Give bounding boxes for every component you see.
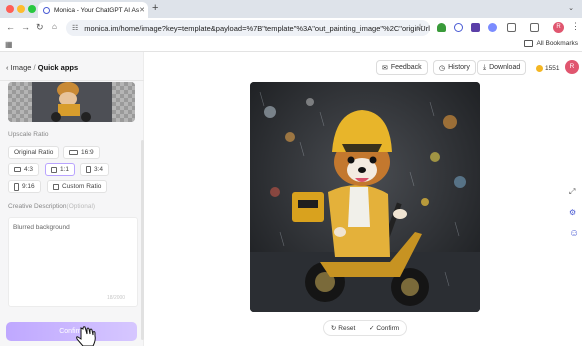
feedback-label: Feedback <box>390 64 422 71</box>
close-tab-icon[interactable]: ✕ <box>139 6 145 14</box>
credits-value: 1551 <box>545 64 560 72</box>
canvas-action-bar: ↻ Reset ✓ Confirm <box>323 320 407 336</box>
browser-menu-icon[interactable]: ⋮ <box>571 21 580 32</box>
check-icon: ✓ <box>368 325 375 332</box>
bookmark-star-icon[interactable]: ☆ <box>416 22 424 33</box>
confirm-button[interactable]: Confirm <box>6 322 137 341</box>
optional-tag: (Optional) <box>66 203 96 210</box>
creative-description-label: Creative Description(Optional) <box>8 203 95 210</box>
landscape-ratio-icon <box>69 150 78 155</box>
ratio-9-16-label: 9:16 <box>22 183 35 190</box>
side-panel-icon[interactable] <box>530 23 539 32</box>
browser-profile-avatar[interactable]: R <box>553 22 564 33</box>
all-bookmarks-label: All Bookmarks <box>536 40 578 47</box>
breadcrumb-current: Quick apps <box>37 63 79 72</box>
reset-button[interactable]: ↻ Reset <box>330 324 356 333</box>
home-icon[interactable]: ⌂ <box>52 22 57 32</box>
coin-icon <box>536 64 543 72</box>
close-window-button[interactable] <box>6 5 14 13</box>
tab-search-chevron-icon[interactable]: ⌄ <box>568 4 574 12</box>
reload-icon[interactable]: ↻ <box>36 22 44 32</box>
user-avatar[interactable]: R <box>565 60 579 74</box>
extension-monica-icon[interactable] <box>454 23 463 32</box>
apps-grid-icon[interactable]: ▦ <box>5 40 13 49</box>
source-image-thumbnail[interactable] <box>8 82 135 122</box>
extension-purple-icon[interactable] <box>471 23 480 32</box>
ratio-4-3-button[interactable]: 4:3 <box>8 163 40 176</box>
ratio-custom-label: Custom Ratio <box>62 183 102 190</box>
canvas-confirm-button[interactable]: ✓ Confirm <box>368 324 400 333</box>
ratio-9-16-button[interactable]: 9:16 <box>8 180 41 193</box>
ratio-3-4-button[interactable]: 3:4 <box>80 163 110 176</box>
site-settings-icon[interactable]: ☷ <box>72 24 78 32</box>
back-arrow-icon[interactable]: ← <box>6 22 15 32</box>
screen: Monica - Your ChatGPT AI As ✕ + ⌄ ← → ↻ … <box>0 0 582 346</box>
download-icon: ⤓ <box>483 63 487 71</box>
history-label: History <box>448 64 470 71</box>
reset-icon: ↻ <box>330 325 337 332</box>
creative-description-title: Creative Description <box>8 203 67 210</box>
new-tab-icon[interactable]: + <box>152 2 158 14</box>
creative-description-value: Blurred background <box>13 224 70 231</box>
panel-scrollbar[interactable] <box>141 140 144 340</box>
minimize-window-button[interactable] <box>17 5 25 13</box>
ratio-1-1-label: 1:1 <box>60 166 70 173</box>
ratio-1-1-button[interactable]: 1:1 <box>45 163 76 176</box>
monica-favicon-icon <box>43 6 50 14</box>
monica-assistant-icon[interactable]: ☺ <box>569 228 579 239</box>
translate-icon[interactable]: ⚙ <box>569 208 576 217</box>
history-clock-icon: ◷ <box>439 64 446 72</box>
reset-label: Reset <box>338 324 356 332</box>
square-ratio-icon <box>51 166 57 173</box>
maximize-window-button[interactable] <box>28 5 36 13</box>
ratio-16-9-button[interactable]: 16:9 <box>63 146 100 159</box>
extension-download-icon[interactable] <box>437 23 446 32</box>
ratio-3-4-label: 3:4 <box>94 166 104 173</box>
download-label: Download <box>489 64 521 71</box>
upscale-ratio-label: Upscale Ratio <box>8 131 49 138</box>
hand-cursor-icon <box>76 326 96 346</box>
browser-tab[interactable]: Monica - Your ChatGPT AI As ✕ <box>38 2 148 18</box>
bookmarks-bar: ▦ All Bookmarks <box>0 38 582 52</box>
feedback-button[interactable]: ✉ Feedback <box>376 60 428 75</box>
ratio-3-4-icon <box>86 166 91 173</box>
ratio-4-3-label: 4:3 <box>24 166 34 173</box>
extensions-puzzle-icon[interactable] <box>507 23 516 32</box>
ratio-original-button[interactable]: Original Ratio <box>8 146 60 159</box>
portrait-ratio-icon <box>14 182 19 191</box>
ratio-16-9-label: 16:9 <box>81 149 94 156</box>
browser-toolbar: ← → ↻ ⌂ ☷ monica.im/home/image?key=templ… <box>0 18 582 38</box>
breadcrumb-root[interactable]: Image <box>11 63 32 72</box>
breadcrumb-back-icon[interactable]: ‹ <box>6 63 9 72</box>
url-text: monica.im/home/image?key=template&payloa… <box>84 23 430 33</box>
divider <box>0 80 144 81</box>
breadcrumb: ‹ Image / Quick apps <box>6 63 78 72</box>
browser-tab-bar: Monica - Your ChatGPT AI As ✕ + ⌄ <box>0 0 582 18</box>
tab-title: Monica - Your ChatGPT AI As <box>54 6 140 14</box>
image-workspace: ✉ Feedback ◷ History ⤓ Download 1551 R ↻… <box>145 52 582 346</box>
generated-image[interactable] <box>250 82 480 312</box>
expand-sidebar-icon[interactable]: ⤢ <box>569 187 575 197</box>
feedback-icon: ✉ <box>382 64 388 72</box>
credits-counter[interactable]: 1551 <box>536 61 559 75</box>
all-bookmarks-button[interactable]: All Bookmarks <box>524 40 578 47</box>
breadcrumb-separator: / <box>33 63 36 72</box>
ratio-original-label: Original Ratio <box>14 149 54 156</box>
history-button[interactable]: ◷ History <box>433 60 476 75</box>
extension-circle-icon[interactable] <box>488 23 497 32</box>
address-bar[interactable]: ☷ monica.im/home/image?key=template&payl… <box>66 20 430 36</box>
forward-arrow-icon[interactable]: → <box>21 22 30 32</box>
ratio-4-3-icon <box>14 167 21 172</box>
custom-ratio-icon <box>53 183 59 190</box>
char-counter: 18/2000 <box>107 295 126 301</box>
ratio-custom-button[interactable]: Custom Ratio <box>47 180 108 193</box>
download-button[interactable]: ⤓ Download <box>477 60 527 75</box>
folder-icon <box>524 40 534 47</box>
canvas-confirm-label: Confirm <box>376 324 400 332</box>
